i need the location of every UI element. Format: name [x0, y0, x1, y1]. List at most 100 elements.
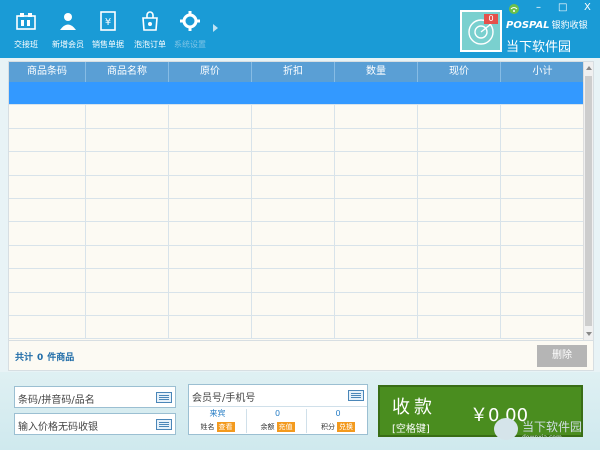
delete-button[interactable]: 删除: [537, 345, 587, 367]
table-cell: [252, 269, 335, 292]
table-row[interactable]: [9, 245, 584, 270]
pospal-logo: POSPAL 银豹收银: [506, 18, 590, 32]
table-row[interactable]: [9, 152, 584, 176]
keyboard-icon[interactable]: [156, 392, 172, 403]
col-name[interactable]: 商品名称: [86, 62, 169, 82]
table-cell: [86, 198, 169, 222]
scroll-down-icon[interactable]: [586, 332, 592, 336]
keyboard-icon[interactable]: [156, 419, 172, 430]
scroll-thumb[interactable]: [585, 76, 592, 326]
table-cell: [418, 269, 501, 292]
table-cell: [335, 315, 418, 339]
table-cell: [501, 129, 584, 151]
table-cell: [169, 82, 252, 105]
maximize-button[interactable]: □: [558, 2, 567, 14]
watermark-logo-icon: [494, 418, 518, 440]
table-scrollbar[interactable]: [583, 62, 593, 340]
table-cell: [418, 105, 501, 128]
close-button[interactable]: X: [584, 2, 591, 14]
col-subtotal[interactable]: 小计: [501, 62, 584, 82]
checkout-label: 收款: [392, 397, 436, 418]
more-tools-arrow-icon[interactable]: [213, 24, 218, 32]
table-header: 商品条码 商品名称 原价 折扣 数量 现价 小计: [9, 62, 584, 82]
table-cell: [169, 105, 252, 128]
view-member-button[interactable]: 查看: [216, 422, 235, 432]
table-cell: [9, 152, 86, 175]
table-row[interactable]: [9, 82, 584, 106]
table-cell: [169, 152, 252, 175]
table-cell: [335, 269, 418, 292]
system-settings-label: 系统设置: [174, 40, 206, 49]
table-cell: [9, 245, 86, 269]
window-controls: – □ X: [530, 0, 600, 16]
member-points: 0 积分 兑换: [309, 409, 367, 433]
col-original-price[interactable]: 原价: [169, 62, 252, 82]
scroll-up-icon[interactable]: [586, 66, 592, 70]
redeem-button[interactable]: 兑换: [337, 422, 355, 432]
sales-receipt-label: 销售单据: [92, 40, 124, 49]
member-balance: 0 余额 充值: [249, 409, 307, 433]
member-points-label: 积分: [321, 423, 335, 431]
table-row[interactable]: [9, 175, 584, 199]
table-body: [9, 82, 584, 340]
table-row[interactable]: [9, 315, 584, 340]
table-cell: [86, 152, 169, 175]
member-input[interactable]: 会员号/手机号: [189, 385, 367, 407]
table-cell: [335, 222, 418, 245]
table-row[interactable]: [9, 222, 584, 246]
table-cell: [86, 175, 169, 198]
table-cell: [169, 269, 252, 292]
keyboard-icon[interactable]: [348, 390, 364, 401]
table-row[interactable]: [9, 105, 584, 129]
minimize-button[interactable]: –: [536, 2, 541, 14]
watermark-sub: downxia.com: [522, 434, 562, 441]
table-cell: [169, 175, 252, 198]
table-cell: [86, 315, 169, 339]
table-cell: [335, 152, 418, 175]
recharge-button[interactable]: 充值: [276, 422, 295, 432]
col-quantity[interactable]: 数量: [335, 62, 418, 82]
table-cell: [9, 105, 86, 128]
table-cell: [9, 315, 86, 339]
gear-icon: [180, 11, 200, 31]
notification-badge: 0: [484, 14, 498, 24]
table-cell: [86, 269, 169, 292]
item-count-summary: 共计 0 件商品: [15, 350, 74, 363]
system-settings-button[interactable]: 系统设置: [166, 10, 214, 50]
col-barcode[interactable]: 商品条码: [9, 62, 86, 82]
summary-count: 0: [37, 353, 44, 363]
col-discount[interactable]: 折扣: [252, 62, 335, 82]
checkout-key-hint: [空格键]: [392, 424, 430, 435]
table-row[interactable]: [9, 292, 584, 316]
col-current-price[interactable]: 现价: [418, 62, 501, 82]
table-cell: [86, 222, 169, 245]
table-cell: [169, 222, 252, 245]
table-row[interactable]: [9, 128, 584, 153]
member-name-label: 姓名: [200, 423, 215, 431]
table-cell: [418, 175, 501, 198]
table-cell: [501, 152, 584, 174]
table-cell: [86, 245, 169, 269]
member-panel: 会员号/手机号 来宾 姓名 查看 0 余额 充值 0 积分 兑换: [188, 384, 368, 435]
table-cell: [501, 269, 584, 291]
table-cell: [418, 222, 501, 245]
table-row[interactable]: [9, 269, 584, 293]
price-placeholder: 输入价格无码收银: [18, 422, 98, 433]
barcode-input[interactable]: 条码/拼音码/品名: [14, 386, 176, 408]
watermark: 当下软件园 downxia.com: [494, 416, 594, 444]
table-cell: [252, 292, 335, 315]
shopping-bag-icon: [142, 11, 158, 31]
table-cell: [169, 245, 252, 269]
member-name-value: 来宾: [209, 409, 226, 418]
sales-receipt-button[interactable]: ¥ 销售单据: [84, 10, 132, 50]
table-cell: [335, 292, 418, 315]
add-member-icon: [60, 13, 76, 30]
svg-text:¥: ¥: [105, 17, 111, 28]
handover-button[interactable]: 交接班: [2, 10, 50, 50]
table-cell: [86, 292, 169, 315]
table-cell: [501, 222, 584, 244]
price-input[interactable]: 输入价格无码收银: [14, 413, 176, 435]
table-cell: [501, 176, 584, 198]
user-avatar[interactable]: 0: [460, 10, 502, 52]
table-row[interactable]: [9, 198, 584, 223]
